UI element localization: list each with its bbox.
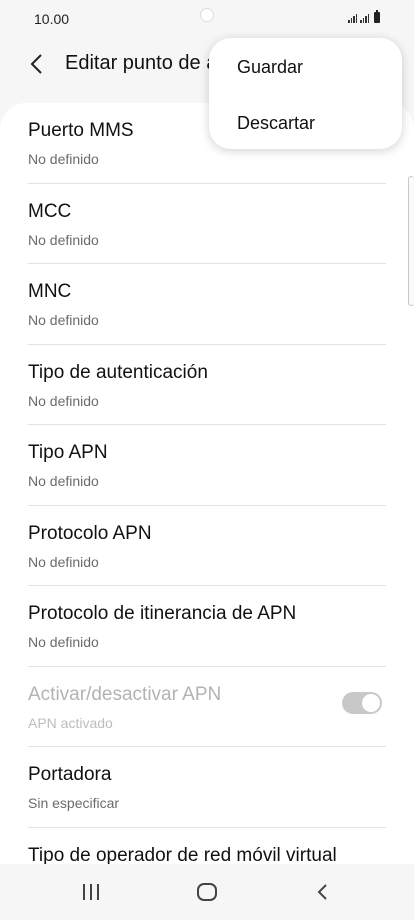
toggle-knob — [361, 692, 381, 713]
status-bar: 10.00 — [0, 0, 414, 40]
list-item-protocolo-apn[interactable]: Protocolo APN No definido — [0, 506, 414, 586]
list-item-subtitle: No definido — [28, 392, 99, 409]
list-item-portadora[interactable]: Portadora Sin especificar — [0, 747, 414, 828]
list-item-title: Activar/desactivar APN — [28, 683, 222, 705]
chevron-left-icon — [30, 54, 42, 74]
list-item-activar-apn: Activar/desactivar APN APN activado — [0, 667, 414, 747]
status-time: 10.00 — [34, 11, 70, 27]
battery-icon — [374, 10, 380, 23]
list-item-title: MNC — [28, 281, 72, 302]
settings-card: Puerto MMS No definido MCC No definido M… — [0, 103, 414, 893]
back-icon — [317, 884, 327, 900]
apn-toggle — [342, 691, 382, 714]
list-item-tipo-autenticacion[interactable]: Tipo de autenticación No definido — [0, 345, 414, 425]
navigation-bar — [0, 864, 414, 920]
list-item-title: Tipo de autenticación — [28, 361, 208, 383]
recents-icon — [83, 884, 99, 900]
list-item-title: Puerto MMS — [28, 120, 134, 141]
list-item-title: Protocolo APN — [28, 522, 152, 544]
recents-button[interactable] — [71, 876, 111, 908]
apn-settings-list: Puerto MMS No definido MCC No definido M… — [0, 103, 414, 893]
list-item-mcc[interactable]: MCC No definido — [0, 184, 414, 264]
list-item-mnc[interactable]: MNC No definido — [0, 264, 414, 345]
nav-back-button[interactable] — [303, 876, 343, 908]
overflow-menu: Guardar Descartar — [209, 38, 402, 149]
home-button[interactable] — [187, 876, 227, 908]
list-item-subtitle: No definido — [28, 151, 99, 167]
list-item-title: MCC — [28, 200, 72, 222]
list-item-subtitle: No definido — [28, 473, 99, 489]
scrollbar[interactable] — [408, 176, 414, 306]
home-icon — [197, 883, 217, 901]
list-item-title: Portadora — [28, 764, 112, 785]
list-item-subtitle: Sin especificar — [28, 795, 120, 811]
list-item-subtitle: No definido — [28, 553, 99, 570]
list-item-subtitle: No definido — [28, 634, 99, 650]
list-item-subtitle: No definido — [28, 312, 99, 328]
list-item-subtitle: No definido — [28, 231, 99, 248]
list-item-subtitle: APN activado — [28, 714, 113, 731]
front-camera — [200, 8, 214, 22]
list-item-title: Tipo APN — [28, 442, 108, 463]
list-item-protocolo-itinerancia[interactable]: Protocolo de itinerancia de APN No defin… — [0, 586, 414, 667]
list-item-tipo-apn[interactable]: Tipo APN No definido — [0, 425, 414, 506]
back-button[interactable] — [24, 50, 52, 78]
signal-icon — [360, 14, 369, 23]
signal-icon — [348, 14, 357, 23]
status-icons — [348, 10, 380, 23]
list-item-title: Protocolo de itinerancia de APN — [28, 603, 297, 624]
menu-item-descartar[interactable]: Descartar — [237, 113, 315, 134]
menu-item-guardar[interactable]: Guardar — [237, 57, 303, 78]
